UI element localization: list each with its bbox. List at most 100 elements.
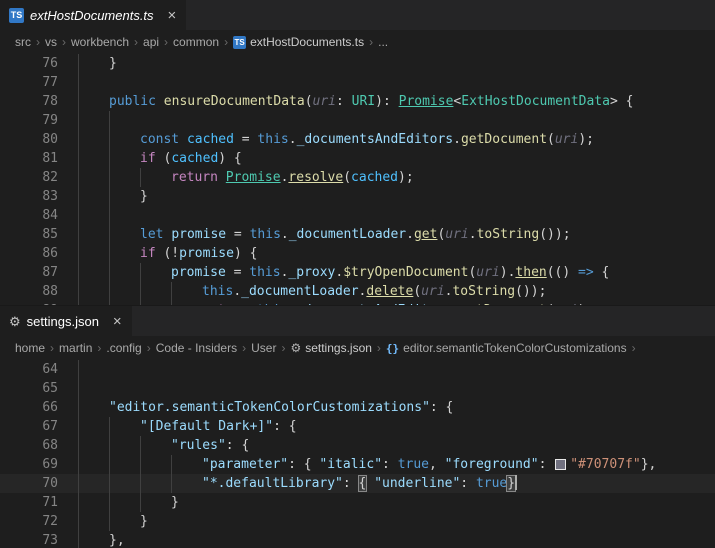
code-line[interactable]: 83} xyxy=(0,187,715,206)
line-number[interactable]: 65 xyxy=(0,379,66,398)
code-line[interactable]: 67"[Default Dark+]": { xyxy=(0,417,715,436)
line-number[interactable]: 79 xyxy=(0,111,66,130)
code-line[interactable]: 76} xyxy=(0,54,715,73)
code-token: > xyxy=(610,94,618,109)
indent-guide xyxy=(78,149,109,168)
line-number[interactable]: 72 xyxy=(0,512,66,531)
indent-guide xyxy=(78,436,109,455)
breadcrumb-separator-icon: › xyxy=(224,35,228,49)
line-number[interactable]: 82 xyxy=(0,168,66,187)
code-line[interactable]: 68"rules": { xyxy=(0,436,715,455)
code-token: = xyxy=(234,132,257,147)
code-line[interactable]: 88this._documentLoader.delete(uri.toStri… xyxy=(0,282,715,301)
code-line[interactable]: 84 xyxy=(0,206,715,225)
code-line[interactable]: 79 xyxy=(0,111,715,130)
tab-settings-json[interactable]: ⚙ settings.json × xyxy=(0,306,133,336)
code-line[interactable]: 85let promise = this._documentLoader.get… xyxy=(0,225,715,244)
indent-guide xyxy=(109,512,140,531)
close-icon[interactable]: × xyxy=(113,314,122,329)
code-line[interactable]: 82return Promise.resolve(cached); xyxy=(0,168,715,187)
code-line[interactable]: 73}, xyxy=(0,531,715,548)
breadcrumb-item[interactable]: Code - Insiders xyxy=(156,341,237,355)
line-number[interactable]: 85 xyxy=(0,225,66,244)
line-number[interactable]: 70 xyxy=(0,474,66,493)
line-number[interactable]: 73 xyxy=(0,531,66,548)
line-number[interactable]: 86 xyxy=(0,244,66,263)
line-number[interactable]: 88 xyxy=(0,282,66,301)
code-token: ) { xyxy=(234,246,257,261)
code-line[interactable]: 72} xyxy=(0,512,715,531)
line-number[interactable]: 87 xyxy=(0,263,66,282)
color-swatch[interactable] xyxy=(556,460,565,469)
close-icon[interactable]: × xyxy=(168,8,177,23)
line-number[interactable]: 66 xyxy=(0,398,66,417)
line-number[interactable]: 80 xyxy=(0,130,66,149)
line-number[interactable]: 76 xyxy=(0,54,66,73)
code-line[interactable]: 70"*.defaultLibrary": { "underline": tru… xyxy=(0,474,715,493)
line-content: }, xyxy=(66,531,125,548)
line-number[interactable]: 69 xyxy=(0,455,66,474)
line-content: this._documentLoader.delete(uri.toString… xyxy=(66,282,546,301)
line-number[interactable]: 68 xyxy=(0,436,66,455)
breadcrumb-item[interactable]: api xyxy=(143,35,159,49)
code-line[interactable]: 69"parameter": { "italic": true, "foregr… xyxy=(0,455,715,474)
code-line[interactable]: 78public ensureDocumentData(uri: URI): P… xyxy=(0,92,715,111)
indent-guide xyxy=(78,111,109,130)
line-number[interactable]: 89 xyxy=(0,301,66,305)
code-line[interactable]: 66 "editor.semanticTokenColorCustomizatio… xyxy=(0,398,715,417)
breadcrumb-item[interactable]: User xyxy=(251,341,276,355)
code-token: if xyxy=(140,151,156,166)
tab-label: settings.json xyxy=(27,314,99,329)
code-token: : xyxy=(539,457,555,472)
code-token: , xyxy=(429,457,445,472)
code-line[interactable]: 77 xyxy=(0,73,715,92)
breadcrumb-item[interactable]: martin xyxy=(59,341,92,355)
line-number[interactable]: 64 xyxy=(0,360,66,379)
ts-icon: TS xyxy=(233,36,246,49)
breadcrumb-item[interactable]: workbench xyxy=(71,35,129,49)
code-token: : { xyxy=(273,419,296,434)
code-token: : xyxy=(460,476,476,491)
code-line[interactable]: 65 xyxy=(0,379,715,398)
breadcrumb-item[interactable]: src xyxy=(15,35,31,49)
code-line[interactable]: 80const cached = this._documentsAndEdito… xyxy=(0,130,715,149)
breadcrumb-item[interactable]: common xyxy=(173,35,219,49)
code-line[interactable]: 86if (!promise) { xyxy=(0,244,715,263)
indent-guide xyxy=(78,417,109,436)
code-area-bottom[interactable]: 646566 "editor.semanticTokenColorCustomiz… xyxy=(0,360,715,548)
breadcrumb-label: vs xyxy=(45,35,57,49)
breadcrumb-label: Code - Insiders xyxy=(156,341,237,355)
code-token: : { xyxy=(226,438,249,453)
code-line[interactable]: 64 xyxy=(0,360,715,379)
indent-guide xyxy=(109,417,140,436)
breadcrumb-item[interactable]: ⚙settings.json xyxy=(290,341,371,355)
breadcrumb-item[interactable]: TSextHostDocuments.ts xyxy=(233,35,364,49)
code-line[interactable]: 71} xyxy=(0,493,715,512)
tab-exthostdocuments[interactable]: TS extHostDocuments.ts × xyxy=(0,0,187,30)
indent-guide xyxy=(109,301,140,305)
code-token: uri xyxy=(421,284,444,299)
code-token: ); xyxy=(578,303,594,305)
code-line[interactable]: 87promise = this._proxy.$tryOpenDocument… xyxy=(0,263,715,282)
line-number[interactable]: 81 xyxy=(0,149,66,168)
breadcrumb-item[interactable]: vs xyxy=(45,35,57,49)
code-area-top[interactable]: 76}7778public ensureDocumentData(uri: UR… xyxy=(0,54,715,305)
code-token: "editor.semanticTokenColorCustomizations… xyxy=(109,400,430,415)
breadcrumb-item[interactable]: home xyxy=(15,341,45,355)
code-line[interactable]: 81if (cached) { xyxy=(0,149,715,168)
line-number[interactable]: 83 xyxy=(0,187,66,206)
breadcrumb-separator-icon: › xyxy=(147,341,151,355)
line-number[interactable]: 84 xyxy=(0,206,66,225)
indent-guide xyxy=(78,493,109,512)
breadcrumb-item[interactable]: ... xyxy=(378,35,388,49)
line-number[interactable]: 78 xyxy=(0,92,66,111)
indent-guide xyxy=(140,455,171,474)
breadcrumb-item[interactable]: .config xyxy=(106,341,141,355)
breadcrumb-item[interactable]: {}editor.semanticTokenColorCustomization… xyxy=(386,341,627,355)
line-number[interactable]: 71 xyxy=(0,493,66,512)
line-number[interactable]: 77 xyxy=(0,73,66,92)
indent-guide xyxy=(78,187,109,206)
line-number[interactable]: 67 xyxy=(0,417,66,436)
breadcrumb-label: User xyxy=(251,341,276,355)
indent-guide xyxy=(140,436,171,455)
